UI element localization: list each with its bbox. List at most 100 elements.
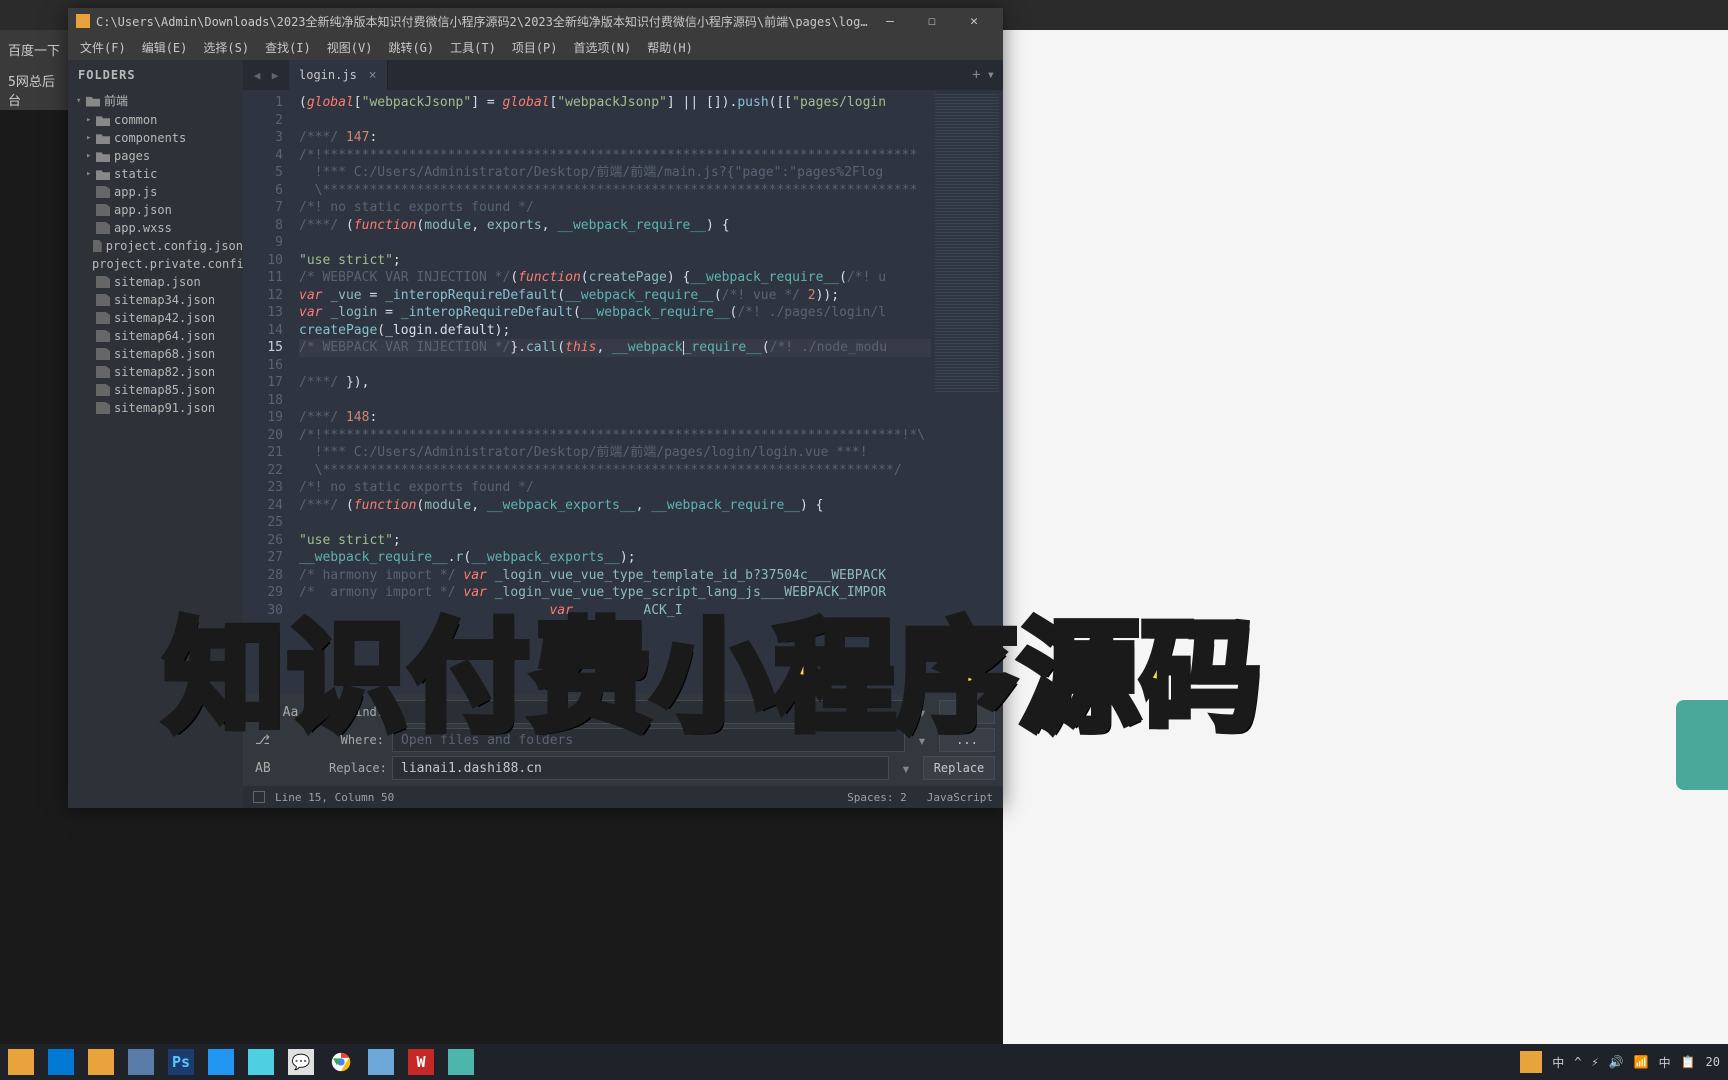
tray-item[interactable]: ⚡ [1591, 1055, 1598, 1069]
folder-item[interactable]: ▸components [68, 129, 243, 147]
file-item[interactable]: sitemap82.json [68, 363, 243, 381]
menu-item[interactable]: 帮助(H) [639, 35, 701, 60]
tree-label: project.config.json [106, 239, 243, 253]
file-item[interactable]: sitemap68.json [68, 345, 243, 363]
tree-label: app.json [114, 203, 172, 217]
replace-label: Replace: [329, 761, 384, 775]
right-blank-area [1003, 30, 1728, 1080]
tab-prev-icon[interactable]: ◀ [249, 67, 265, 83]
tab-close-icon[interactable]: × [369, 68, 377, 83]
menu-item[interactable]: 选择(S) [195, 35, 257, 60]
folder-tree: ▾前端▸common▸components▸pages▸static app.js… [68, 90, 243, 417]
file-item[interactable]: sitemap.json [68, 273, 243, 291]
file-item[interactable]: sitemap34.json [68, 291, 243, 309]
minimap-content [935, 94, 999, 394]
file-item[interactable]: project.private.config.json [68, 255, 243, 273]
menu-item[interactable]: 跳转(G) [380, 35, 442, 60]
folder-icon [96, 150, 110, 162]
indent-status[interactable]: Spaces: 2 [847, 791, 907, 804]
file-item[interactable]: sitemap85.json [68, 381, 243, 399]
menu-item[interactable]: 编辑(E) [134, 35, 196, 60]
replace-history-icon[interactable]: ▾ [897, 759, 915, 778]
taskbar-app-icon[interactable] [128, 1049, 154, 1075]
menu-item[interactable]: 查找(I) [257, 35, 319, 60]
taskbar-green-icon[interactable] [448, 1049, 474, 1075]
taskbar-w-icon[interactable]: W [408, 1049, 434, 1075]
taskbar-bird-icon[interactable] [208, 1049, 234, 1075]
folder-item[interactable]: ▸common [68, 111, 243, 129]
replace-button[interactable]: Replace [923, 756, 995, 780]
cursor-position: Line 15, Column 50 [275, 791, 394, 804]
menu-item[interactable]: 视图(V) [319, 35, 381, 60]
left-dock: 百度一下 5网总后台 [0, 30, 68, 110]
file-item[interactable]: app.json [68, 201, 243, 219]
title-bar[interactable]: C:\Users\Admin\Downloads\2023全新纯净版本知识付费微… [68, 8, 1003, 34]
file-item[interactable]: app.js [68, 183, 243, 201]
menu-item[interactable]: 项目(P) [504, 35, 566, 60]
syntax-status[interactable]: JavaScript [927, 791, 993, 804]
file-icon [93, 240, 102, 252]
tray-item[interactable]: 📋 [1681, 1055, 1696, 1069]
tree-label: sitemap68.json [114, 347, 215, 361]
file-item[interactable]: sitemap91.json [68, 399, 243, 417]
dock-label-2: 5网总后台 [4, 65, 64, 115]
tab-next-icon[interactable]: ▶ [267, 67, 283, 83]
file-item[interactable]: sitemap42.json [68, 309, 243, 327]
taskbar-chrome-icon[interactable] [328, 1049, 354, 1075]
app-icon [76, 14, 90, 28]
file-icon [96, 312, 110, 324]
file-item[interactable]: sitemap64.json [68, 327, 243, 345]
status-icon[interactable] [253, 791, 265, 803]
menu-bar: 文件(F)编辑(E)选择(S)查找(I)视图(V)跳转(G)工具(T)项目(P)… [68, 34, 1003, 60]
tree-label: sitemap82.json [114, 365, 215, 379]
taskbar-explorer-icon[interactable] [8, 1049, 34, 1075]
file-item[interactable]: app.wxss [68, 219, 243, 237]
file-icon [96, 366, 110, 378]
tree-label: project.private.config.json [92, 257, 243, 271]
tray-item[interactable]: 🔊 [1609, 1055, 1624, 1069]
close-button[interactable]: ✕ [953, 8, 995, 34]
folder-icon [96, 168, 110, 180]
tree-label: sitemap34.json [114, 293, 215, 307]
tab-menu-icon[interactable]: ▾ [987, 67, 995, 83]
menu-item[interactable]: 文件(F) [72, 35, 134, 60]
replace-input[interactable] [392, 756, 889, 780]
file-item[interactable]: project.config.json [68, 237, 243, 255]
taskbar-mail-icon[interactable] [48, 1049, 74, 1075]
taskbar-dots-icon[interactable] [248, 1049, 274, 1075]
tray-ime-icon[interactable] [1520, 1051, 1542, 1073]
maximize-button[interactable]: ☐ [911, 8, 953, 34]
side-widget[interactable] [1676, 700, 1728, 790]
tree-label: sitemap85.json [114, 383, 215, 397]
preserve-case-icon[interactable]: AB [255, 761, 271, 776]
tree-label: static [114, 167, 157, 181]
folder-icon [96, 132, 110, 144]
minimize-button[interactable]: — [869, 8, 911, 34]
tray-item[interactable]: 中 [1552, 1054, 1564, 1071]
taskbar-ps-icon[interactable]: Ps [168, 1049, 194, 1075]
tab-login-js[interactable]: login.js × [289, 60, 388, 90]
tree-label: app.wxss [114, 221, 172, 235]
tree-label: components [114, 131, 186, 145]
menu-item[interactable]: 首选项(N) [566, 35, 640, 60]
tray-item[interactable]: 📶 [1634, 1055, 1649, 1069]
file-icon [96, 402, 110, 414]
folder-item[interactable]: ▸static [68, 165, 243, 183]
tab-label: login.js [299, 68, 357, 82]
taskbar-notes-icon[interactable] [368, 1049, 394, 1075]
tray-item[interactable]: 20 [1706, 1055, 1720, 1069]
menu-item[interactable]: 工具(T) [442, 35, 504, 60]
file-icon [96, 186, 110, 198]
taskbar-chat-icon[interactable]: 💬 [288, 1049, 314, 1075]
tree-label: app.js [114, 185, 157, 199]
new-tab-icon[interactable]: + [972, 67, 980, 83]
tray-item[interactable]: ^ [1574, 1055, 1581, 1069]
taskbar-sublime-icon[interactable] [88, 1049, 114, 1075]
tray-item[interactable]: 中 [1659, 1054, 1671, 1071]
dock-label-1: 百度一下 [4, 34, 64, 65]
folder-item[interactable]: ▾前端 [68, 90, 243, 111]
folder-icon [86, 95, 100, 107]
folder-item[interactable]: ▸pages [68, 147, 243, 165]
tree-label: sitemap91.json [114, 401, 215, 415]
search-options-3: AB [251, 761, 321, 776]
